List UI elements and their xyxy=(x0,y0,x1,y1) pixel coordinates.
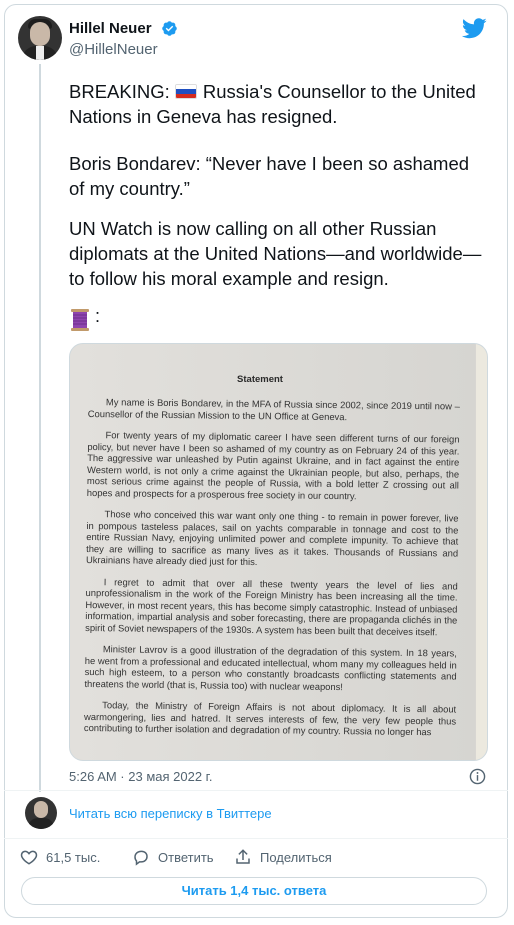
statement-paragraph: Those who conceived this war want only o… xyxy=(85,508,459,568)
verified-badge-icon xyxy=(162,21,177,36)
reply-icon xyxy=(134,850,148,866)
tweet-paragraph-1: BREAKING: Russia's Counsellor to the Uni… xyxy=(69,81,476,127)
thread-line xyxy=(39,64,41,792)
statement-paragraph: Today, the Ministry of Foreign Affairs i… xyxy=(83,699,457,738)
reply-label: Ответить xyxy=(158,849,214,865)
statement-paragraph: For twenty years of my diplomatic career… xyxy=(86,429,460,501)
like-button[interactable]: 61,5 тыс. xyxy=(20,848,100,866)
share-label: Поделиться xyxy=(260,849,332,865)
share-button[interactable]: Поделиться xyxy=(234,848,332,866)
info-icon[interactable] xyxy=(469,768,486,785)
share-icon xyxy=(236,849,250,864)
read-thread-link[interactable]: Читать всю переписку в Твиттере xyxy=(69,806,272,821)
statement-photo[interactable]: Statement My name is Boris Bondarev, in … xyxy=(69,343,488,761)
statement-text: My name is Boris Bondarev, in the MFA of… xyxy=(84,396,460,748)
heart-icon xyxy=(20,850,38,865)
emoji-suffix: : xyxy=(95,306,101,326)
read-replies-button[interactable]: Читать 1,4 тыс. ответа xyxy=(21,877,487,905)
statement-title: Statement xyxy=(237,374,283,385)
thread-spool-icon xyxy=(71,309,89,331)
tweet-timestamp[interactable]: 5:26 AM · 23 мая 2022 г. xyxy=(69,769,212,784)
statement-paper: Statement My name is Boris Bondarev, in … xyxy=(70,344,487,760)
tweet-paragraph-2: Boris Bondarev: “Never have I been so as… xyxy=(69,153,470,199)
like-count: 61,5 тыс. xyxy=(46,849,101,865)
thread-avatar[interactable] xyxy=(25,797,57,829)
tweet-paragraph-3: UN Watch is now calling on all other Rus… xyxy=(69,218,482,289)
author-name[interactable]: Hillel Neuer xyxy=(69,20,152,37)
divider xyxy=(4,790,508,791)
reply-button[interactable]: Ответить xyxy=(132,848,214,866)
twitter-bird-icon[interactable] xyxy=(462,18,487,39)
statement-paragraph: Minister Lavrov is a good illustration o… xyxy=(84,643,457,692)
author-avatar[interactable] xyxy=(18,16,62,60)
statement-paragraph: My name is Boris Bondarev, in the MFA of… xyxy=(87,396,460,422)
divider xyxy=(4,838,508,839)
statement-paragraph: I regret to admit that over all these tw… xyxy=(85,575,458,637)
author-handle[interactable]: @HillelNeuer xyxy=(69,41,158,58)
russian-flag-icon xyxy=(174,84,197,99)
